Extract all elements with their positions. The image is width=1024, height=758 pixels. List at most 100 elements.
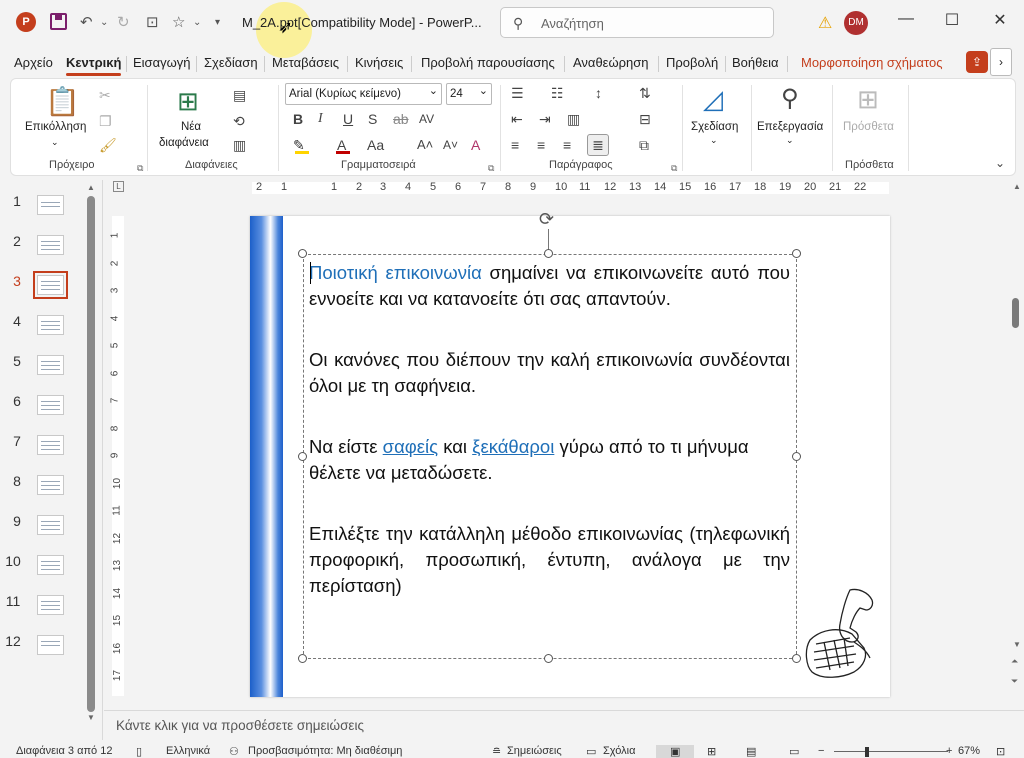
accessibility-icon[interactable]: ⚇ xyxy=(229,745,239,758)
fit-slide-icon[interactable]: ⊡ xyxy=(996,745,1005,758)
new-slide-button-label[interactable]: διαφάνεια xyxy=(159,137,209,149)
maximize-button[interactable]: ☐ xyxy=(940,10,964,30)
clear-formatting-icon[interactable]: A xyxy=(471,137,480,153)
tab-review[interactable]: Αναθεώρηση xyxy=(573,55,649,70)
slideshow-icon[interactable]: ▭ xyxy=(789,745,799,758)
start-slideshow-icon[interactable]: ⊡ xyxy=(146,13,159,33)
resize-handle[interactable] xyxy=(544,249,553,258)
minimize-button[interactable]: — xyxy=(894,10,918,28)
addins-button[interactable]: Πρόσθετα xyxy=(843,121,894,133)
drawing-icon[interactable]: ◿ xyxy=(703,85,723,113)
paste-dropdown-icon[interactable]: ⌄ xyxy=(51,137,59,148)
resize-handle[interactable] xyxy=(298,452,307,461)
tab-file[interactable]: Αρχείο xyxy=(14,55,53,70)
notes-icon[interactable]: ≘ xyxy=(492,745,501,758)
pane-divider[interactable] xyxy=(102,180,103,740)
slide-thumbnail-9[interactable] xyxy=(37,515,64,535)
zoom-in-icon[interactable]: + xyxy=(946,745,952,757)
zoom-level[interactable]: 67% xyxy=(958,745,980,757)
underline-icon[interactable]: U xyxy=(343,111,353,127)
character-spacing-icon[interactable]: AV xyxy=(419,111,434,127)
comments-icon[interactable]: ▭ xyxy=(586,745,596,758)
align-center-icon[interactable]: ≡ xyxy=(537,137,545,153)
link-distinct[interactable]: ξεκάθαροι xyxy=(472,436,554,457)
resize-handle[interactable] xyxy=(792,249,801,258)
editing-search-icon[interactable]: ⚲ xyxy=(781,85,799,113)
align-left-icon[interactable]: ≡ xyxy=(511,137,519,153)
tab-help[interactable]: Βοήθεια xyxy=(732,55,779,70)
resize-handle[interactable] xyxy=(298,249,307,258)
slide-thumbnail-11[interactable] xyxy=(37,595,64,615)
tab-home[interactable]: Κεντρική xyxy=(66,55,122,76)
share-button[interactable]: ⇪ xyxy=(966,51,988,73)
addins-icon[interactable]: ⊞ xyxy=(857,85,879,113)
change-case-icon[interactable]: Aa xyxy=(367,137,384,153)
tab-slideshow[interactable]: Προβολή παρουσίασης xyxy=(421,55,555,70)
slide-thumbnail-2[interactable] xyxy=(37,235,64,255)
resize-handle[interactable] xyxy=(298,654,307,663)
vertical-ruler[interactable]: 1 2 3 4 5 6 7 8 9 10 11 12 13 14 15 16 17 xyxy=(109,216,125,696)
tab-animations[interactable]: Κινήσεις xyxy=(355,55,403,70)
previous-slide-icon[interactable]: ⏶ xyxy=(1011,656,1018,667)
justify-icon[interactable]: ≣ xyxy=(587,134,609,156)
shadow-icon[interactable]: S xyxy=(368,111,377,127)
customize-icon[interactable]: ☆ xyxy=(172,13,185,33)
next-slide-icon[interactable]: ⏷ xyxy=(1011,676,1018,687)
pane-scroll-down-icon[interactable]: ▼ xyxy=(87,713,95,722)
text-direction-icon[interactable]: ⇅ xyxy=(639,85,651,101)
drawing-dropdown-icon[interactable]: ⌄ xyxy=(710,135,718,146)
cut-icon[interactable]: ✂ xyxy=(99,87,111,103)
slides-pane-scrollbar[interactable] xyxy=(87,196,95,712)
ribbon-scroll-button[interactable]: › xyxy=(990,48,1012,76)
comments-button[interactable]: Σχόλια xyxy=(603,745,636,757)
slide-thumbnail-1[interactable] xyxy=(37,195,64,215)
slide-thumbnail-7[interactable] xyxy=(37,435,64,455)
tab-design[interactable]: Σχεδίαση xyxy=(204,55,258,70)
paste-icon[interactable]: 📋 xyxy=(45,87,80,117)
language-indicator[interactable]: Ελληνικά xyxy=(166,745,210,757)
slide-thumbnail-8[interactable] xyxy=(37,475,64,495)
line-spacing-icon[interactable]: ↕ xyxy=(595,85,602,101)
resize-handle[interactable] xyxy=(544,654,553,663)
close-button[interactable]: ✕ xyxy=(988,10,1012,30)
notes-pane[interactable]: Κάντε κλικ για να προσθέσετε σημειώσεις xyxy=(104,710,1024,740)
undo-icon[interactable]: ↶ xyxy=(80,13,93,33)
slide-thumbnail-4[interactable] xyxy=(37,315,64,335)
editor-scroll-down-icon[interactable]: ▼ xyxy=(1013,640,1021,649)
editing-dropdown-icon[interactable]: ⌄ xyxy=(786,135,794,146)
smartart-icon[interactable]: ⧉ xyxy=(639,137,649,153)
redo-icon[interactable]: ↻ xyxy=(117,13,130,33)
strikethrough-icon[interactable]: ab xyxy=(393,111,409,127)
warning-icon[interactable]: ⚠ xyxy=(818,13,832,33)
new-slide-button[interactable]: Νέα xyxy=(181,121,201,133)
font-name-dropdown[interactable]: Arial (Κυρίως κείμενο) xyxy=(285,83,442,105)
tab-selector[interactable]: L xyxy=(113,181,124,192)
undo-dropdown-icon[interactable]: ⌄ xyxy=(100,13,108,33)
slide-thumbnail-5[interactable] xyxy=(37,355,64,375)
editor-scroll-up-icon[interactable]: ▲ xyxy=(1013,182,1021,191)
bullets-icon[interactable]: ☰ xyxy=(511,85,524,101)
slide-thumbnail-6[interactable] xyxy=(37,395,64,415)
section-icon[interactable]: ▥ xyxy=(233,137,246,153)
link-clear[interactable]: σαφείς xyxy=(383,436,438,457)
zoom-out-icon[interactable]: − xyxy=(818,745,824,757)
rotate-handle-icon[interactable]: ⟳ xyxy=(539,209,554,230)
format-painter-icon[interactable]: 🖌 xyxy=(99,137,117,153)
increase-indent-icon[interactable]: ⇥ xyxy=(539,111,551,127)
tab-insert[interactable]: Εισαγωγή xyxy=(133,55,190,70)
accessibility-status[interactable]: Προσβασιμότητα: Μη διαθέσιμη xyxy=(248,745,402,757)
editor-scrollbar-thumb[interactable] xyxy=(1012,298,1019,328)
save-icon[interactable] xyxy=(50,13,67,30)
clipboard-launcher-icon[interactable]: ⧉ xyxy=(137,163,143,174)
columns-icon[interactable]: ▥ xyxy=(567,111,580,127)
tab-shape-format[interactable]: Μορφοποίηση σχήματος xyxy=(801,55,942,70)
normal-view-icon[interactable]: ▣ xyxy=(670,745,680,758)
zoom-slider-thumb[interactable] xyxy=(865,747,869,757)
align-right-icon[interactable]: ≡ xyxy=(563,137,571,153)
font-size-dropdown[interactable]: 24 xyxy=(446,83,492,105)
notes-button[interactable]: Σημειώσεις xyxy=(507,745,562,757)
quick-access-more-icon[interactable]: ▾ xyxy=(215,13,220,33)
copy-icon[interactable]: ❐ xyxy=(99,113,112,129)
paste-button[interactable]: Επικόλληση xyxy=(25,121,86,133)
pane-scroll-up-icon[interactable]: ▲ xyxy=(87,183,95,192)
